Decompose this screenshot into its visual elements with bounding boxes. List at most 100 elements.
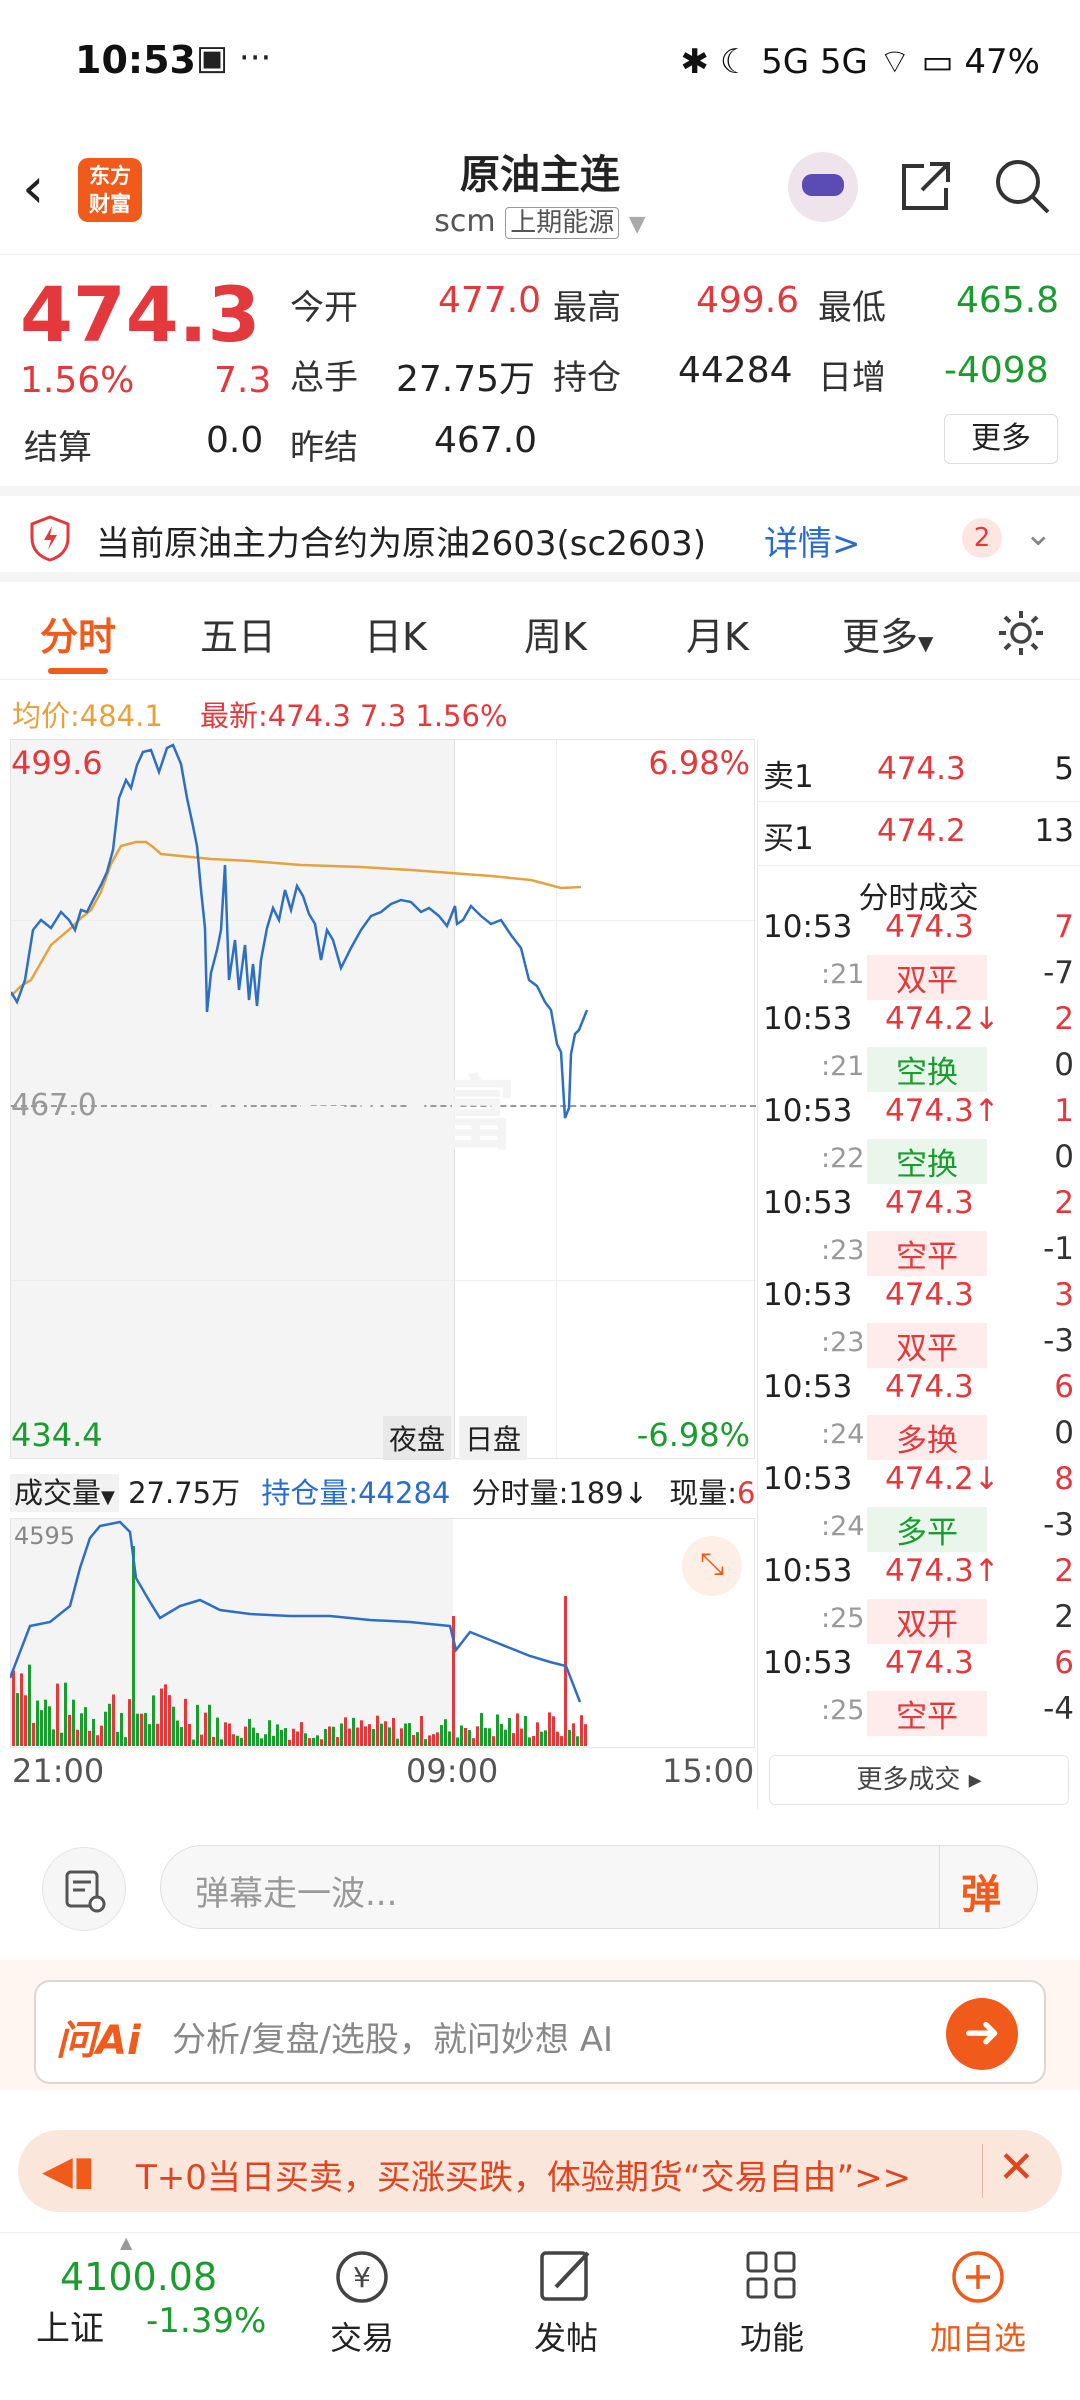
ai-assistant-avatar[interactable]	[788, 152, 858, 222]
trade-row: 10:53 474.2↓ 8	[757, 1461, 1080, 1507]
volume-bar	[336, 1736, 339, 1746]
trade-detail-row: :21 空换 0	[757, 1047, 1080, 1093]
tab-more[interactable]: 更多▼	[842, 606, 933, 661]
volume-bars	[10, 1520, 587, 1746]
trade-type: 多平	[867, 1507, 987, 1552]
nav-trade[interactable]: ¥ 交易	[292, 2233, 432, 2359]
contract-notice[interactable]: 当前原油主力合约为原油2603(sc2603) 详情> 2 ⌄	[0, 486, 1080, 582]
trade-qty: 2	[1054, 1185, 1074, 1221]
volume-bar	[96, 1735, 99, 1746]
share-icon[interactable]	[896, 156, 956, 216]
index-ticker[interactable]: ▲ 4100.08 上证 -1.39%	[0, 2233, 266, 2353]
trade-detail-row: :23 空平 -1	[757, 1231, 1080, 1277]
volume-bar	[396, 1738, 399, 1746]
divider	[982, 2144, 983, 2198]
volume-bar	[292, 1728, 295, 1746]
latest-label: 最新:	[200, 699, 268, 733]
x-label-end: 15:00	[662, 1752, 755, 1790]
volume-bar	[368, 1724, 371, 1746]
trade-type: 多换	[867, 1415, 987, 1460]
volume-bar	[272, 1735, 275, 1746]
ask-row: 卖1 474.3 5	[757, 751, 1080, 797]
trade-detail-row: :25 双开 2	[757, 1599, 1080, 1645]
volume-bar	[264, 1734, 267, 1746]
trade-time: 10:53	[763, 1461, 853, 1497]
volume-bar	[568, 1729, 571, 1746]
volume-bar	[48, 1706, 51, 1746]
add-circle-icon	[952, 2251, 1004, 2303]
danmaku-list-icon[interactable]	[42, 1847, 126, 1931]
volume-bar	[116, 1731, 119, 1746]
battery-level: 47%	[964, 42, 1040, 82]
volume-bar	[556, 1731, 559, 1746]
chevron-down-icon[interactable]: ⌄	[1024, 514, 1053, 554]
trade-seconds: :24	[821, 1511, 865, 1542]
volume-bar	[344, 1717, 347, 1746]
trade-oi-change: -4	[1043, 1691, 1074, 1727]
tab-monthly-k[interactable]: 月K	[686, 606, 749, 661]
last-price: 474.3	[20, 270, 261, 359]
trade-price: 474.2↓	[885, 1001, 1000, 1037]
indicator-select[interactable]: 成交量▼	[10, 1474, 119, 1512]
search-icon[interactable]	[992, 156, 1054, 218]
trade-row: 10:53 474.3 2	[757, 1185, 1080, 1231]
volume-bar	[320, 1739, 323, 1746]
danmaku-toggle-button[interactable]: 弹	[961, 1862, 1001, 1920]
arrow-right-icon[interactable]: ➜	[946, 1998, 1018, 2070]
danmaku-input[interactable]: 弹幕走一波... 弹	[160, 1845, 1038, 1929]
trade-type: 空换	[867, 1047, 987, 1092]
nav-functions[interactable]: 功能	[702, 2233, 842, 2359]
volume-bar	[160, 1688, 163, 1746]
divider	[757, 865, 1080, 866]
tab-five-day[interactable]: 五日	[200, 606, 276, 661]
trade-qty: 1	[1054, 1093, 1074, 1129]
volume-bar	[300, 1722, 303, 1746]
volume-bar	[108, 1703, 111, 1746]
close-icon[interactable]: ✕	[998, 2142, 1035, 2193]
volume-bar	[520, 1728, 523, 1746]
volume-bar	[460, 1725, 463, 1746]
tab-weekly-k[interactable]: 周K	[524, 606, 587, 661]
volume-bar	[24, 1695, 27, 1746]
exchange-badge: 上期能源	[505, 207, 620, 239]
danmaku-placeholder: 弹幕走一波...	[195, 1874, 398, 1914]
volume-bar	[448, 1731, 451, 1746]
trade-seconds: :23	[821, 1235, 865, 1266]
volume-bar	[256, 1733, 259, 1746]
volume-bar	[472, 1738, 475, 1746]
volume-bar	[84, 1707, 87, 1746]
volume-bar	[236, 1735, 239, 1746]
shield-alert-icon	[30, 515, 70, 562]
trade-seconds: :21	[821, 1051, 865, 1082]
volume-bar	[348, 1728, 351, 1746]
more-trades-button[interactable]: 更多成交 ▸	[769, 1755, 1069, 1805]
volume-panel[interactable]: 成交量▼ 27.75万 持仓量:44284 分时量:189↓ 现量:6 4595…	[10, 1460, 755, 1790]
volume-bar	[536, 1722, 539, 1746]
nav-add-watchlist[interactable]: 加自选	[908, 2233, 1048, 2359]
trade-time: 10:53	[763, 1277, 853, 1313]
settings-gear-icon[interactable]	[996, 608, 1046, 658]
volume-bar	[560, 1736, 563, 1746]
tab-daily-k[interactable]: 日K	[364, 606, 427, 661]
volume-bar	[104, 1711, 107, 1746]
volume-bar	[392, 1717, 395, 1746]
edit-icon	[540, 2251, 590, 2301]
ai-input[interactable]: 问Ai 分析/复盘/选股，就问妙想 AI ➜	[34, 1980, 1046, 2084]
chevron-down-icon: ▼	[628, 212, 646, 237]
expand-icon[interactable]: ⤡	[682, 1536, 742, 1596]
status-glyphs: ✱ ☾ 5G 5G ⌔ ▭	[680, 42, 954, 82]
volume-bar	[148, 1724, 151, 1746]
promo-banner[interactable]: ◀▮ T+0当日买卖，买涨买跌，体验期货“交易自由”>> ✕	[18, 2130, 1062, 2212]
intraday-price-chart[interactable]: 东方财富 499.6 467.0 434.4 6.98% -6.98% 夜盘 日…	[10, 739, 756, 1460]
volume-bar	[44, 1699, 47, 1746]
notice-detail-link[interactable]: 详情>	[764, 516, 861, 565]
trade-row: 10:53 474.3 3	[757, 1277, 1080, 1323]
nav-post[interactable]: 发帖	[496, 2233, 636, 2359]
settle-label: 结算	[24, 428, 92, 468]
index-change: -1.39%	[146, 2301, 267, 2341]
volume-label: 总手	[290, 358, 358, 398]
trade-oi-change: -7	[1043, 955, 1074, 991]
volume-bar	[100, 1725, 103, 1746]
more-button[interactable]: 更多	[944, 414, 1058, 464]
tab-intraday[interactable]: 分时	[40, 606, 116, 661]
